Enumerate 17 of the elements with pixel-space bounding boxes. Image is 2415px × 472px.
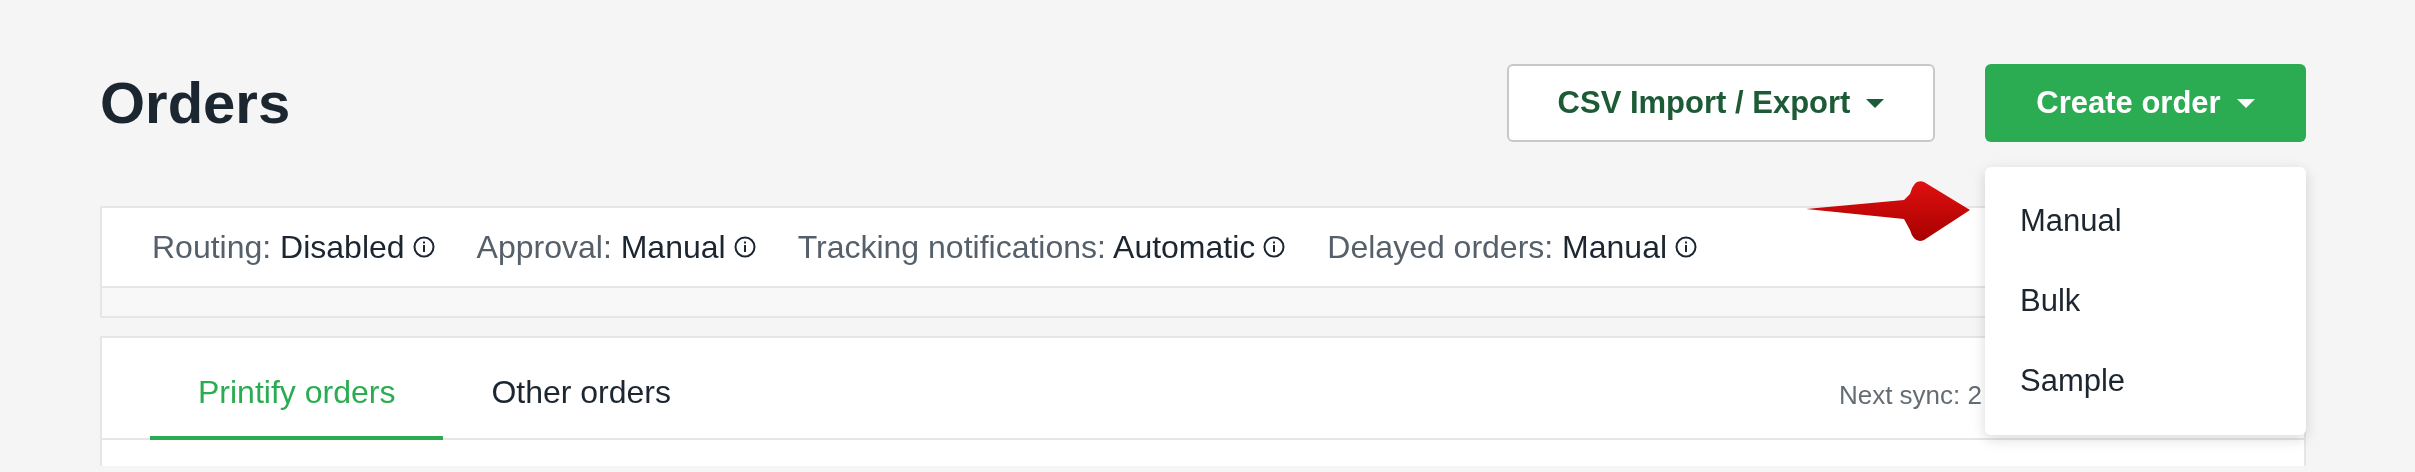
info-icon[interactable] (733, 236, 756, 258)
tab[interactable]: Other orders (443, 368, 719, 440)
setting-text: Routing: Disabled (152, 228, 405, 267)
info-icon[interactable] (1675, 236, 1698, 258)
caret-icon (2236, 98, 2255, 108)
menu-item[interactable]: Sample (1985, 341, 2306, 421)
setting-text: Tracking notifications: Automatic (797, 228, 1256, 267)
setting-text: Delayed orders: Manual (1327, 228, 1668, 267)
csv-import-export-button[interactable]: CSV Import / Export (1507, 64, 1935, 142)
setting-text: Approval: Manual (476, 228, 726, 267)
next-sync-text: Next sync: 2 (1838, 379, 1982, 412)
page-title: Orders (100, 69, 291, 138)
info-icon[interactable] (412, 236, 435, 258)
menu-item[interactable]: Manual (1985, 181, 2306, 261)
info-icon[interactable] (1263, 236, 1286, 258)
caret-icon (1866, 98, 1885, 108)
menu-item[interactable]: Bulk (1985, 261, 2306, 341)
